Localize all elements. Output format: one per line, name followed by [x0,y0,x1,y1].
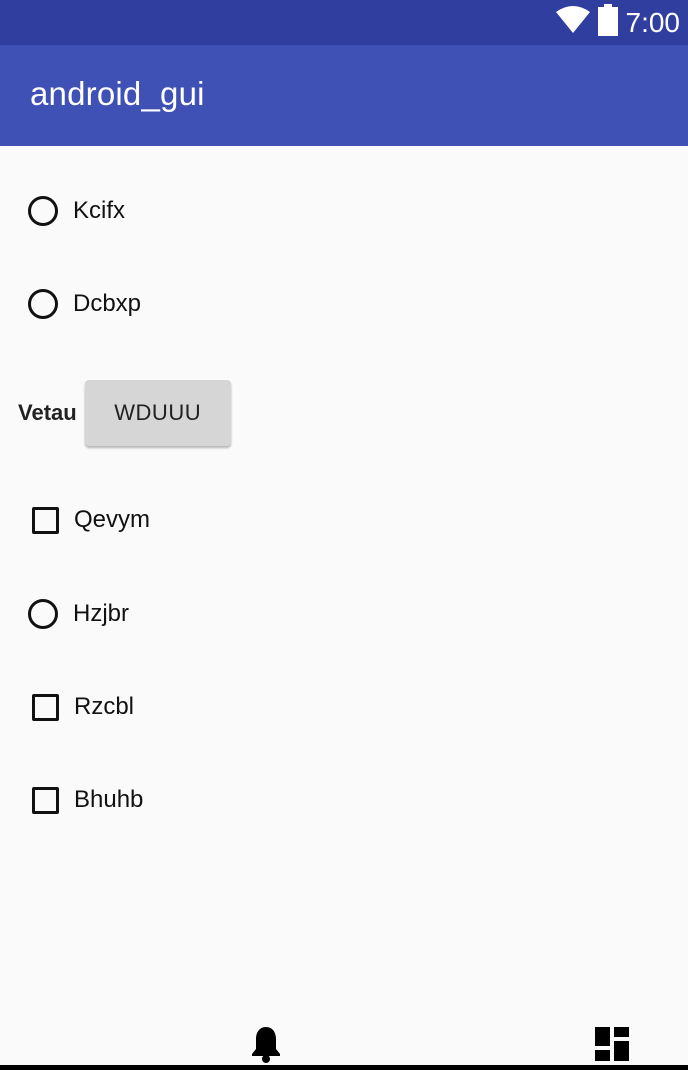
status-bar: 7:00 [0,0,688,45]
checkbox-rzcbl[interactable]: Rzcbl [28,687,134,727]
radio-kcifx-label: Kcifx [73,197,126,224]
content-area: Kcifx Dcbxp Vetau WDUUU Qevym Hzjbr Rzcb… [0,146,688,1026]
checkbox-bhuhb[interactable]: Bhuhb [28,780,143,820]
checkbox-square-icon[interactable] [32,693,59,721]
radio-dcbxp[interactable]: Dcbxp [28,284,141,324]
checkbox-square-icon[interactable] [32,786,59,814]
radio-circle-icon[interactable] [28,599,58,629]
battery-icon [597,4,618,41]
radio-kcifx[interactable]: Kcifx [28,191,125,231]
wduuu-button[interactable]: WDUUU [84,380,231,446]
status-icons: 7:00 [555,0,681,45]
nav-bar [0,1020,688,1070]
checkbox-square-icon[interactable] [32,506,59,534]
radio-dcbxp-label: Dcbxp [73,290,142,317]
radio-hzjbr[interactable]: Hzjbr [28,594,129,634]
vetau-row: Vetau WDUUU [18,380,231,446]
radio-circle-icon[interactable] [28,289,58,319]
dashboard-icon[interactable] [592,1026,632,1062]
wifi-icon [555,6,590,39]
app-title: android_gui [30,75,205,112]
checkbox-qevym[interactable]: Qevym [28,500,150,540]
radio-circle-icon[interactable] [28,196,58,226]
radio-hzjbr-label: Hzjbr [73,600,130,627]
checkbox-rzcbl-label: Rzcbl [74,693,135,720]
bell-icon[interactable] [246,1024,286,1064]
vetau-label: Vetau [18,400,77,425]
checkbox-bhuhb-label: Bhuhb [74,786,144,813]
app-bar: android_gui [0,45,688,146]
status-time: 7:00 [625,6,681,38]
nav-divider [0,1065,688,1070]
checkbox-qevym-label: Qevym [74,506,151,533]
